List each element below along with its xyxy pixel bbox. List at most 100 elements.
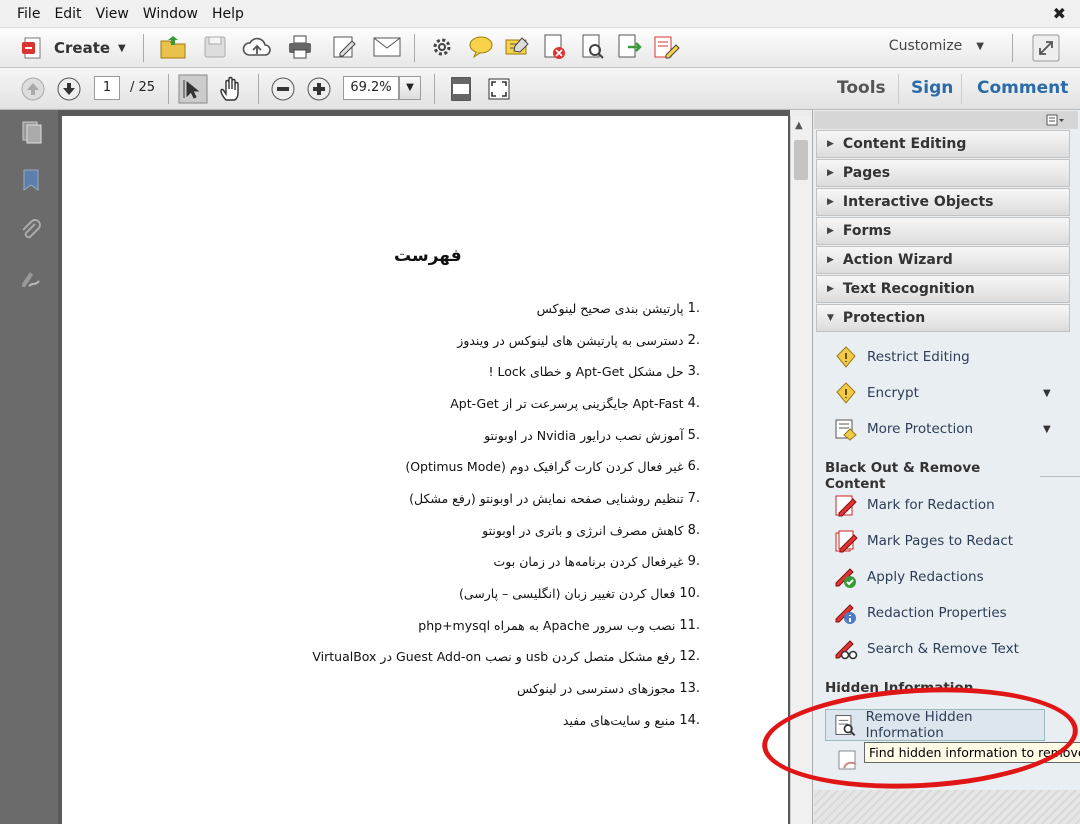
- scrollbar-thumb[interactable]: [794, 140, 808, 180]
- attachments-icon[interactable]: [19, 218, 43, 242]
- tool-label: Redaction Properties: [867, 605, 1007, 621]
- section-label: Content Editing: [842, 136, 967, 152]
- comment-tab[interactable]: Comment: [977, 78, 1068, 98]
- section-pages[interactable]: ▶ Pages: [816, 159, 1070, 187]
- divider: [1040, 475, 1080, 477]
- toc-item[interactable]: .10 فعال کردن تغییر زبان (انگلیسی – پارسی…: [459, 586, 700, 601]
- expand-icon[interactable]: [1032, 34, 1060, 62]
- save-icon[interactable]: [202, 34, 228, 60]
- caret-right-icon: ▶: [827, 226, 834, 236]
- export-page-icon[interactable]: [616, 33, 642, 61]
- apply-redactions-tool[interactable]: Apply Redactions: [834, 562, 984, 592]
- mark-pages-to-redact-tool[interactable]: Mark Pages to Redact: [834, 526, 1013, 556]
- previous-page-icon[interactable]: [20, 76, 46, 102]
- more-protection-dropdown-icon[interactable]: ▼: [1043, 424, 1051, 435]
- bookmarks-icon[interactable]: [19, 168, 43, 192]
- print-icon[interactable]: [286, 33, 314, 61]
- toc-item[interactable]: .12 رفع مشکل متصل کردن usb و نصب Guest Ad…: [312, 649, 700, 664]
- toc-item[interactable]: .4 Apt-Fast جایگزینی پرسرعت تر از Apt-Get: [450, 396, 700, 411]
- section-label: Text Recognition: [842, 281, 975, 297]
- page-number-input[interactable]: 1: [94, 76, 120, 100]
- email-icon[interactable]: [372, 35, 402, 59]
- section-protection[interactable]: ▼ Protection: [816, 304, 1070, 332]
- shield-icon: [836, 346, 856, 368]
- toolbar-divider: [168, 74, 169, 104]
- open-folder-icon[interactable]: [158, 32, 188, 62]
- menu-window[interactable]: Window: [136, 6, 205, 22]
- redaction-properties-icon: [835, 604, 856, 624]
- caret-right-icon: ▶: [827, 197, 834, 207]
- tools-tab[interactable]: Tools: [837, 78, 886, 98]
- mark-for-redaction-tool[interactable]: Mark for Redaction: [834, 490, 995, 520]
- toc-num: .2: [687, 333, 700, 348]
- encrypt-dropdown-icon[interactable]: ▼: [1043, 388, 1051, 399]
- zoom-out-icon[interactable]: [270, 76, 296, 102]
- menu-file[interactable]: File: [10, 6, 47, 22]
- section-label: Forms: [842, 223, 892, 239]
- zoom-in-icon[interactable]: [306, 76, 332, 102]
- redaction-properties-tool[interactable]: Redaction Properties: [834, 598, 1007, 628]
- toc-item[interactable]: .2 دسترسی به پارتیشن های لینوکس در ویندوز: [457, 333, 700, 348]
- fit-page-icon[interactable]: [448, 76, 474, 102]
- restrict-editing-tool[interactable]: Restrict Editing: [834, 342, 970, 372]
- navigation-pane: [0, 110, 58, 824]
- section-interactive-objects[interactable]: ▶ Interactive Objects: [816, 188, 1070, 216]
- toc-num: .1: [687, 301, 700, 316]
- section-forms[interactable]: ▶ Forms: [816, 217, 1070, 245]
- zoom-level-input[interactable]: 69.2%: [343, 76, 399, 100]
- toc-text: کاهش مصرف انرژی و باتری در اوبونتو: [482, 523, 684, 538]
- next-page-icon[interactable]: [56, 76, 82, 102]
- toc-item[interactable]: .7 تنظیم روشنایی صفحه نمایش در اوبونتو (ر…: [409, 491, 700, 506]
- page-thumbnails-icon[interactable]: [19, 120, 43, 144]
- toc-text: مجوزهای دسترسی در لینوکس: [517, 681, 676, 696]
- toc-item[interactable]: .5 آموزش نصب درایور Nvidia در اوبونتو: [484, 428, 700, 443]
- tool-label: Mark for Redaction: [867, 497, 995, 513]
- signatures-icon[interactable]: [19, 266, 43, 290]
- toc-text: دسترسی به پارتیشن های لینوکس در ویندوز: [457, 333, 684, 348]
- section-label: Pages: [842, 165, 891, 181]
- toc-text: پارتیشن بندی صحیح لینوکس: [536, 301, 684, 316]
- section-label: Interactive Objects: [842, 194, 994, 210]
- menu-edit[interactable]: Edit: [47, 6, 88, 22]
- toc-text: منبع و سایت‌های مفید: [562, 713, 676, 728]
- toc-item[interactable]: .9 غیرفعال کردن برنامه‌ها در زمان بوت: [494, 554, 700, 569]
- sign-tab[interactable]: Sign: [911, 78, 953, 98]
- section-text-recognition[interactable]: ▶ Text Recognition: [816, 275, 1070, 303]
- more-protection-tool[interactable]: More Protection: [834, 414, 973, 444]
- toc-item[interactable]: .3 حل مشکل Apt-Get و خطای Lock !: [489, 364, 700, 379]
- full-screen-icon[interactable]: [486, 76, 512, 102]
- close-document-icon[interactable]: ✖: [1053, 4, 1066, 23]
- toc-item[interactable]: .11 نصب وب سرور Apache به همراه php+mysql: [418, 618, 700, 633]
- hand-tool-icon[interactable]: [216, 74, 246, 104]
- search-page-icon[interactable]: [580, 33, 606, 61]
- highlight-text-icon[interactable]: [504, 34, 532, 60]
- fill-sign-icon[interactable]: [652, 33, 680, 61]
- redact-page-icon[interactable]: [542, 33, 568, 61]
- encrypt-tool[interactable]: Encrypt: [834, 378, 919, 408]
- create-button[interactable]: Create ▼: [22, 34, 126, 62]
- toc-item[interactable]: .13 مجوزهای دسترسی در لینوکس: [517, 681, 700, 696]
- select-tool-icon[interactable]: [178, 74, 208, 104]
- create-label: Create: [54, 39, 111, 57]
- search-remove-text-tool[interactable]: Search & Remove Text: [834, 634, 1019, 664]
- cloud-upload-icon[interactable]: [242, 33, 272, 61]
- scroll-up-icon[interactable]: ▲: [795, 120, 803, 131]
- zoom-dropdown-icon[interactable]: ▼: [399, 76, 421, 100]
- section-action-wizard[interactable]: ▶ Action Wizard: [816, 246, 1070, 274]
- toc-num: .14: [679, 713, 700, 728]
- toc-item[interactable]: .8 کاهش مصرف انرژی و باتری در اوبونتو: [482, 523, 700, 538]
- panel-options-icon[interactable]: [1046, 113, 1066, 127]
- gear-icon[interactable]: [430, 35, 454, 59]
- caret-right-icon: ▶: [827, 284, 834, 294]
- toc-item[interactable]: .1 پارتیشن بندی صحیح لینوکس: [537, 301, 700, 316]
- edit-document-icon[interactable]: [330, 33, 358, 61]
- menu-view[interactable]: View: [89, 6, 136, 22]
- toc-item[interactable]: .6 غیر فعال کردن کارت گرافیک دوم (Optimus…: [405, 459, 700, 474]
- toc-text: غیرفعال کردن برنامه‌ها در زمان بوت: [493, 554, 684, 569]
- panel-options-bar: [814, 111, 1078, 129]
- menu-help[interactable]: Help: [205, 6, 251, 22]
- customize-button[interactable]: Customize ▼: [889, 38, 984, 54]
- section-content-editing[interactable]: ▶ Content Editing: [816, 130, 1070, 158]
- toc-item[interactable]: .14 منبع و سایت‌های مفید: [563, 713, 700, 728]
- comment-bubble-icon[interactable]: [468, 35, 494, 59]
